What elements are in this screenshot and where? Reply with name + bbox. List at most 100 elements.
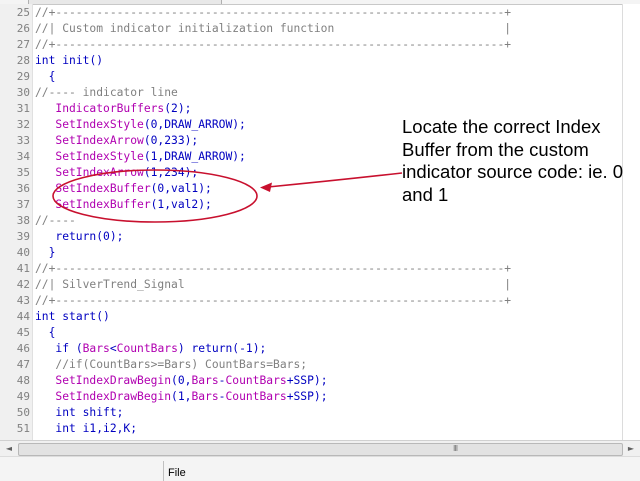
code-token: //---- — [35, 214, 76, 227]
code-line[interactable]: 45 { — [0, 325, 622, 341]
line-number: 32 — [16, 118, 30, 131]
code-line[interactable]: 40 } — [0, 245, 622, 261]
code-token: (1, — [171, 390, 192, 403]
scroll-left-icon[interactable]: ◄ — [2, 442, 16, 455]
code-text: SetIndexStyle(0,DRAW_ARROW); — [35, 117, 246, 133]
code-token: SetIndexStyle — [55, 118, 144, 131]
code-text: { — [35, 69, 56, 85]
code-line[interactable]: 26 //| Custom indicator initialization fu… — [0, 21, 622, 37]
file-tab[interactable]: File — [168, 467, 186, 479]
line-number: 49 — [16, 390, 30, 403]
scroll-right-icon[interactable]: ► — [624, 442, 638, 455]
code-line[interactable]: 29 { — [0, 69, 622, 85]
code-text: //+-------------------------------------… — [35, 5, 511, 21]
code-text: SetIndexDrawBegin(0,Bars-CountBars+SSP); — [35, 373, 327, 389]
code-line[interactable]: 25 //+-----------------------------------… — [0, 5, 622, 21]
line-number: 44 — [16, 310, 30, 323]
line-number: 31 — [16, 102, 30, 115]
code-line[interactable]: 49 SetIndexDrawBegin(1,Bars-CountBars+SS… — [0, 389, 622, 405]
code-line[interactable]: 38 //---- — [0, 213, 622, 229]
line-number: 28 — [16, 54, 30, 67]
code-text: SetIndexArrow(0,233); — [35, 133, 198, 149]
code-token: { — [35, 70, 56, 83]
code-token: i1,i2,K; — [75, 422, 138, 435]
code-token: IndicatorBuffers — [55, 102, 165, 115]
code-token: { — [35, 326, 56, 339]
code-token: SetIndexArrow — [55, 166, 144, 179]
code-token: //+-------------------------------------… — [35, 294, 512, 307]
code-token: ) — [177, 342, 192, 355]
code-text: //+-------------------------------------… — [35, 37, 511, 53]
code-editor[interactable]: 25 //+-----------------------------------… — [0, 4, 622, 440]
code-line[interactable]: 42 //| SilverTrend_Signal | — [0, 277, 622, 293]
code-line[interactable]: 47 //if(CountBars>=Bars) CountBars=Bars; — [0, 357, 622, 373]
line-number: 33 — [16, 134, 30, 147]
line-number: 45 — [16, 326, 30, 339]
code-text: SetIndexArrow(1,234); — [35, 165, 198, 181]
code-token: SetIndexBuffer — [55, 182, 151, 195]
horizontal-scroll-thumb[interactable] — [18, 443, 623, 456]
code-line[interactable]: 43 //+-----------------------------------… — [0, 293, 622, 309]
code-line[interactable]: 48 SetIndexDrawBegin(0,Bars-CountBars+SS… — [0, 373, 622, 389]
code-token: Bars — [82, 342, 110, 355]
code-text: IndicatorBuffers(2); — [35, 101, 191, 117]
code-token: SetIndexDrawBegin — [55, 374, 172, 387]
code-line[interactable]: 51 int i1,i2,K; — [0, 421, 622, 437]
code-text: int init() — [35, 53, 103, 69]
code-token: //+-------------------------------------… — [35, 6, 512, 19]
code-text: if (Bars<CountBars) return(-1); — [35, 341, 266, 357]
scroll-grip-icon: III — [453, 444, 458, 453]
code-text: } — [35, 245, 56, 261]
code-line[interactable]: 50 int shift; — [0, 405, 622, 421]
code-token: //---- indicator line — [35, 86, 178, 99]
code-line[interactable]: 27 //+-----------------------------------… — [0, 37, 622, 53]
code-token: SetIndexStyle — [55, 150, 144, 163]
code-line[interactable]: 31 IndicatorBuffers(2); — [0, 101, 622, 117]
code-line[interactable]: 28 int init() — [0, 53, 622, 69]
code-text: //+-------------------------------------… — [35, 261, 511, 277]
code-line[interactable]: 39 return(0); — [0, 229, 622, 245]
line-number: 35 — [16, 166, 30, 179]
line-number: 42 — [16, 278, 30, 291]
code-line[interactable]: 44 int start() — [0, 309, 622, 325]
line-number: 43 — [16, 294, 30, 307]
code-text: SetIndexDrawBegin(1,Bars-CountBars+SSP); — [35, 389, 327, 405]
code-token: //| Custom indicator initialization func… — [35, 22, 512, 35]
code-text: //---- — [35, 213, 76, 229]
code-token: (2); — [164, 102, 192, 115]
code-token: (1,DRAW_ARROW); — [143, 150, 246, 163]
line-number: 37 — [16, 198, 30, 211]
bottom-panel: File — [0, 456, 640, 481]
code-text: { — [35, 325, 56, 341]
code-token: SetIndexBuffer — [55, 198, 151, 211]
code-token: (0,DRAW_ARROW); — [143, 118, 246, 131]
line-number: 50 — [16, 406, 30, 419]
code-token: (0,val1); — [150, 182, 212, 195]
vertical-scrollbar[interactable] — [622, 4, 640, 440]
line-number: 34 — [16, 150, 30, 163]
line-number: 41 — [16, 262, 30, 275]
code-line[interactable]: 41 //+-----------------------------------… — [0, 261, 622, 277]
horizontal-scrollbar[interactable]: ◄ III ► — [0, 440, 640, 456]
code-text: return(0); — [35, 229, 123, 245]
code-token: (1,234); — [143, 166, 199, 179]
code-token: SetIndexDrawBegin — [55, 390, 172, 403]
code-token: (0,233); — [143, 134, 199, 147]
code-token: //+-------------------------------------… — [35, 262, 512, 275]
code-text: //if(CountBars>=Bars) CountBars=Bars; — [35, 357, 307, 373]
code-text: int start() — [35, 309, 110, 325]
code-line[interactable]: 46 if (Bars<CountBars) return(-1); — [0, 341, 622, 357]
line-number: 25 — [16, 6, 30, 19]
code-token: () — [89, 54, 104, 67]
code-text: SetIndexBuffer(1,val2); — [35, 197, 211, 213]
code-token: start — [62, 310, 97, 323]
code-token: } — [35, 246, 56, 259]
code-text: //| SilverTrend_Signal | — [35, 277, 511, 293]
code-text: //| Custom indicator initialization func… — [35, 21, 511, 37]
line-number: 36 — [16, 182, 30, 195]
code-line[interactable]: 30 //---- indicator line — [0, 85, 622, 101]
